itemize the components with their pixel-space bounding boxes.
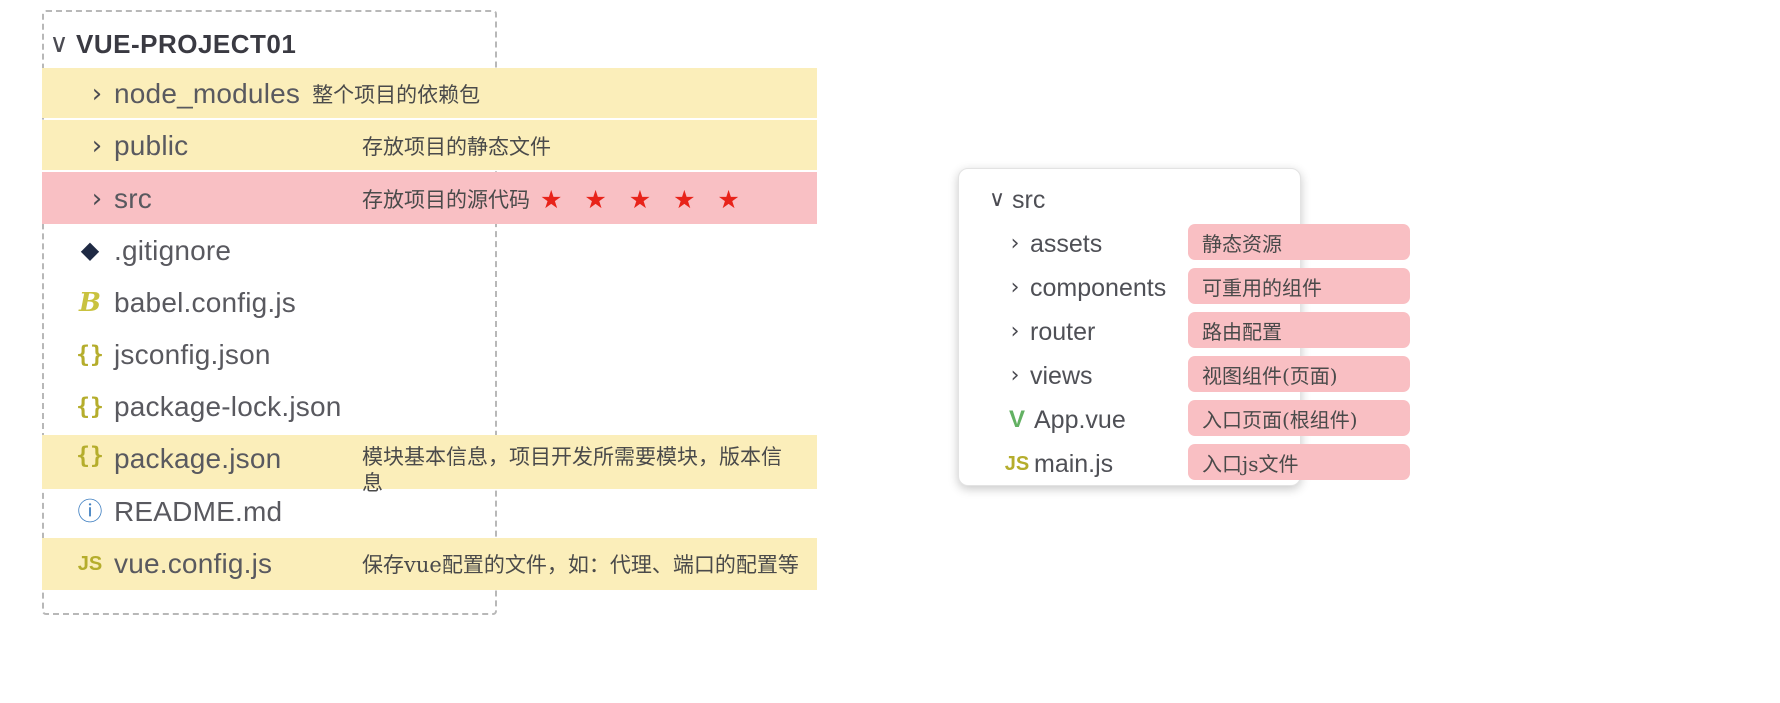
tree-row-public[interactable]: › public 存放项目的静态文件	[42, 120, 1042, 172]
tree-row-root[interactable]: ∨ VUE-PROJECT01	[42, 18, 1042, 70]
src-item-label: components	[1030, 273, 1167, 302]
tree-item-label: jsconfig.json	[114, 339, 271, 370]
tree-row-src[interactable]: › src 存放项目的源代码 ★ ★ ★ ★ ★	[42, 173, 1042, 225]
tree-item-desc: 存放项目的源代码	[362, 188, 530, 212]
tree-row-readme[interactable]: ⓘ README.md	[42, 486, 1042, 538]
tree-item-label: package-lock.json	[114, 391, 342, 422]
tree-item-label: README.md	[114, 496, 283, 527]
src-tree-row-components[interactable]: › components	[1000, 266, 1167, 310]
src-tree-row-root[interactable]: ∨ src	[982, 178, 1045, 222]
src-item-label: router	[1030, 317, 1096, 346]
chevron-right-icon[interactable]: ›	[80, 81, 114, 107]
chevron-right-icon[interactable]: ›	[80, 133, 114, 159]
tree-item-desc: 整个项目的依赖包	[312, 83, 481, 107]
src-item-label: assets	[1030, 229, 1103, 258]
chevron-right-icon[interactable]: ›	[1000, 233, 1030, 255]
js-icon: JS	[1004, 453, 1030, 475]
tree-item-label: package.json	[114, 443, 282, 474]
src-item-note: 静态资源	[1188, 224, 1410, 260]
chevron-right-icon[interactable]: ›	[1000, 277, 1030, 299]
tree-item-label: vue.config.js	[114, 548, 273, 579]
tree-item-label: babel.config.js	[114, 287, 297, 318]
src-tree-row-assets[interactable]: › assets	[1000, 222, 1103, 266]
src-item-note: 可重用的组件	[1188, 268, 1410, 304]
priority-stars: ★ ★ ★ ★ ★	[540, 184, 747, 214]
js-icon: JS	[77, 553, 103, 575]
tree-row-gitignore[interactable]: ◆ .gitignore	[42, 225, 1042, 277]
json-icon: {}	[76, 443, 104, 469]
src-item-label: App.vue	[1034, 405, 1126, 434]
tree-item-label: node_modules	[114, 78, 301, 109]
tree-item-label: public	[114, 130, 189, 161]
tree-item-desc: 保存vue配置的文件，如：代理、端口的配置等	[362, 553, 799, 577]
vue-icon: V	[1008, 406, 1025, 433]
src-item-note: 入口js文件	[1188, 444, 1410, 480]
tree-row-package-lock[interactable]: {} package-lock.json	[42, 381, 1042, 433]
git-icon: ◆	[80, 237, 100, 264]
info-icon: ⓘ	[77, 497, 103, 526]
src-item-label: views	[1030, 361, 1093, 390]
tree-item-label: src	[114, 183, 152, 214]
chevron-down-icon[interactable]: ∨	[42, 31, 76, 57]
src-tree-row-main-js[interactable]: JS main.js	[1000, 442, 1113, 486]
babel-icon: B	[79, 288, 101, 318]
tree-item-label: .gitignore	[114, 235, 232, 266]
chevron-right-icon[interactable]: ›	[1000, 321, 1030, 343]
tree-item-desc: 存放项目的静态文件	[362, 135, 551, 159]
src-item-label: main.js	[1034, 449, 1114, 478]
src-root-label: src	[1012, 185, 1046, 214]
chevron-right-icon[interactable]: ›	[1000, 365, 1030, 387]
src-tree-row-app-vue[interactable]: V App.vue	[1000, 398, 1126, 442]
tree-row-babel-config[interactable]: B babel.config.js	[42, 277, 1042, 329]
tree-row-jsconfig[interactable]: {} jsconfig.json	[42, 329, 1042, 381]
json-icon: {}	[76, 393, 104, 420]
chevron-down-icon[interactable]: ∨	[982, 189, 1012, 211]
src-tree-row-router[interactable]: › router	[1000, 310, 1096, 354]
src-item-note: 视图组件(页面)	[1188, 356, 1410, 392]
src-item-note: 入口页面(根组件)	[1188, 400, 1410, 436]
project-root-label: VUE-PROJECT01	[76, 28, 297, 59]
chevron-right-icon[interactable]: ›	[80, 186, 114, 212]
tree-row-node-modules[interactable]: › node_modules 整个项目的依赖包	[42, 68, 1042, 120]
tree-row-vue-config[interactable]: JS vue.config.js 保存vue配置的文件，如：代理、端口的配置等	[42, 538, 1042, 590]
src-tree-row-views[interactable]: › views	[1000, 354, 1093, 398]
src-item-note: 路由配置	[1188, 312, 1410, 348]
json-icon: {}	[76, 341, 104, 368]
tree-row-package-json[interactable]: {} package.json 模块基本信息，项目开发所需要模块，版本信息	[42, 435, 1042, 495]
